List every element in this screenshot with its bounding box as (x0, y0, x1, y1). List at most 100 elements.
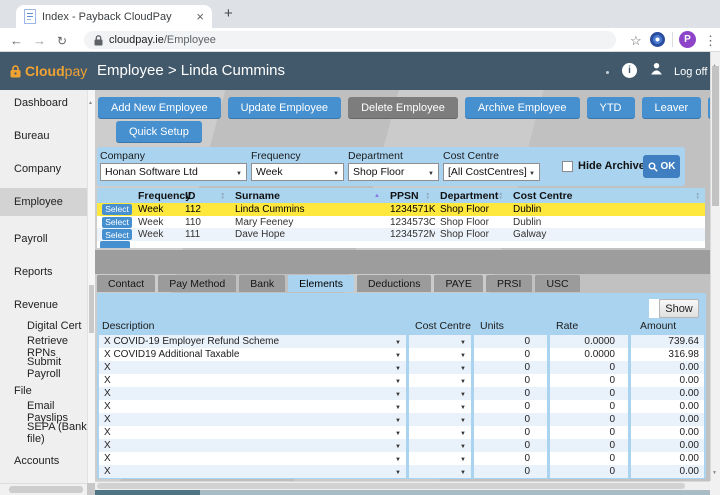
element-rate-field[interactable]: 0 (550, 361, 628, 374)
element-rate-field[interactable]: 0 (550, 374, 628, 387)
select-button[interactable]: Select (102, 204, 132, 215)
element-amount-field[interactable]: 0.00 (631, 374, 704, 387)
element-amount-field[interactable]: 0.00 (631, 400, 704, 413)
element-units-field[interactable]: 0 (474, 361, 547, 374)
element-units-field[interactable]: 0 (474, 465, 547, 478)
element-cost-centre-select[interactable] (409, 374, 471, 387)
element-units-field[interactable]: 0 (474, 413, 547, 426)
detail-tab[interactable]: Elements (288, 275, 354, 292)
element-amount-field[interactable]: 316.98 (631, 348, 704, 361)
content-horizontal-scrollbar[interactable] (95, 481, 710, 490)
sidebar-item[interactable]: Dashboard (0, 93, 95, 113)
sidebar-item[interactable]: Payroll (0, 229, 95, 249)
element-description-select[interactable]: X (99, 426, 406, 439)
sidebar-hscrollbar-thumb[interactable] (9, 486, 83, 493)
element-cost-centre-select[interactable] (409, 465, 471, 478)
sidebar-item[interactable]: Accounts (0, 451, 95, 471)
element-units-field[interactable]: 0 (474, 400, 547, 413)
detail-tab[interactable]: PAYE (434, 275, 482, 292)
element-amount-field[interactable]: 0.00 (631, 413, 704, 426)
extension-icon[interactable] (650, 32, 665, 47)
back-icon[interactable] (10, 32, 23, 50)
element-cost-centre-select[interactable] (409, 387, 471, 400)
element-description-select[interactable]: X (99, 361, 406, 374)
element-description-select[interactable]: X (99, 452, 406, 465)
element-rate-field[interactable]: 0 (550, 452, 628, 465)
vscrollbar-thumb[interactable] (712, 66, 719, 206)
element-description-select[interactable]: X (99, 439, 406, 452)
detail-tab[interactable]: Deductions (357, 275, 432, 292)
element-rate-field[interactable]: 0 (550, 426, 628, 439)
select-button[interactable]: Select (102, 229, 132, 240)
grid-column-header[interactable]: Frequency (133, 188, 180, 203)
element-cost-centre-select[interactable] (409, 413, 471, 426)
sidebar-item[interactable]: Digital Cert (0, 316, 95, 336)
sidebar-item[interactable]: File (0, 381, 95, 401)
sort-icon[interactable] (374, 194, 380, 198)
scroll-left-icon[interactable] (2, 486, 8, 495)
grid-column-header[interactable]: ID (180, 188, 230, 203)
element-description-select[interactable]: X (99, 374, 406, 387)
action-button[interactable]: Add New Employee (98, 97, 221, 119)
element-units-field[interactable]: 0 (474, 452, 547, 465)
info-icon[interactable] (622, 63, 637, 78)
sidebar-item[interactable]: Submit Payroll (0, 358, 95, 378)
profile-avatar[interactable]: P (679, 31, 696, 48)
sidebar-horizontal-scrollbar[interactable] (0, 483, 87, 495)
log-off-button[interactable]: Log off (674, 66, 707, 78)
sidebar-item[interactable]: Employee (0, 188, 95, 216)
address-bar[interactable]: cloudpay.ie/Employee (84, 31, 616, 49)
detail-tab[interactable]: USC (535, 275, 579, 292)
element-cost-centre-select[interactable] (409, 335, 471, 348)
new-tab-button[interactable] (224, 5, 233, 23)
grid-column-header[interactable]: Cost Centre (508, 188, 705, 203)
element-rate-field[interactable]: 0 (550, 387, 628, 400)
element-rate-field[interactable]: 0.0000 (550, 348, 628, 361)
filter-select[interactable]: [All CostCentres] (443, 163, 540, 181)
select-button[interactable]: Select (102, 217, 132, 228)
show-button[interactable]: Show (659, 299, 699, 318)
element-description-select[interactable]: X (99, 465, 406, 478)
element-cost-centre-select[interactable] (409, 452, 471, 465)
browser-tab[interactable]: Index - Payback CloudPay (16, 5, 212, 28)
element-amount-field[interactable]: 0.00 (631, 387, 704, 400)
search-ok-button[interactable]: OK (643, 155, 680, 178)
action-button[interactable]: Delete Employee (348, 97, 458, 119)
hide-archived-checkbox[interactable] (562, 161, 573, 172)
element-units-field[interactable]: 0 (474, 335, 547, 348)
scroll-up-icon[interactable] (88, 91, 93, 109)
element-description-select[interactable]: X (99, 413, 406, 426)
sidebar-item[interactable]: Email Payslips (0, 402, 95, 422)
tab-close-icon[interactable] (196, 8, 204, 26)
action-button[interactable]: Archive Employee (465, 97, 580, 119)
element-cost-centre-select[interactable] (409, 348, 471, 361)
action-button[interactable]: Quick Setup (116, 121, 202, 143)
detail-tab[interactable]: Pay Method (158, 275, 236, 292)
element-rate-field[interactable]: 0 (550, 465, 628, 478)
bookmark-star-icon[interactable] (630, 32, 642, 50)
element-description-select[interactable]: X COVID-19 Employer Refund Scheme (99, 335, 406, 348)
scroll-down-icon[interactable] (712, 461, 717, 479)
element-units-field[interactable]: 0 (474, 439, 547, 452)
action-button[interactable]: YTD (587, 97, 635, 119)
user-icon[interactable] (650, 62, 663, 80)
browser-menu-icon[interactable] (704, 32, 717, 50)
element-description-select[interactable]: X COVID19 Additional Taxable (99, 348, 406, 361)
element-units-field[interactable]: 0 (474, 426, 547, 439)
element-units-field[interactable]: 0 (474, 387, 547, 400)
element-cost-centre-select[interactable] (409, 400, 471, 413)
element-rate-field[interactable]: 0 (550, 400, 628, 413)
action-button[interactable]: Update Employee (228, 97, 341, 119)
element-cost-centre-select[interactable] (409, 361, 471, 374)
sort-icon[interactable] (221, 192, 225, 200)
element-cost-centre-select[interactable] (409, 426, 471, 439)
sort-icon[interactable] (499, 192, 503, 200)
element-units-field[interactable]: 0 (474, 374, 547, 387)
action-button[interactable]: Leaver (642, 97, 702, 119)
element-amount-field[interactable]: 0.00 (631, 361, 704, 374)
cloudpay-logo[interactable]: Cloudpay (10, 63, 87, 79)
grid-column-header[interactable]: Department (435, 188, 508, 203)
grid-column-header[interactable] (97, 188, 133, 203)
sidebar-item[interactable]: SEPA (Bank file) (0, 423, 95, 443)
hscrollbar-thumb[interactable] (97, 483, 685, 489)
